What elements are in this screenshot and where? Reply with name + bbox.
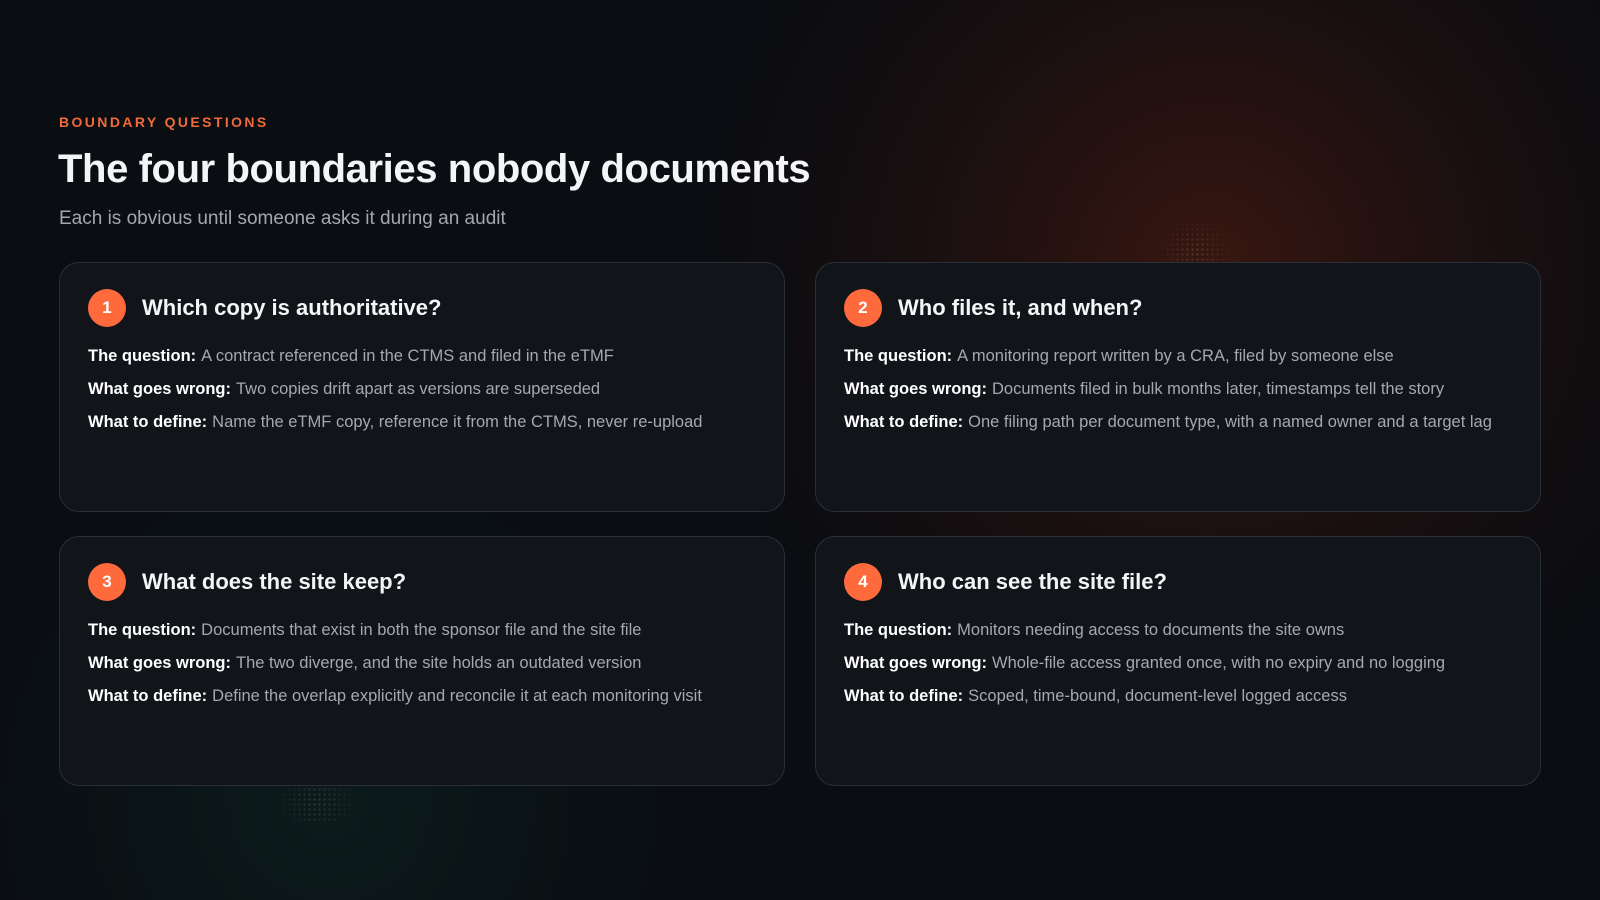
eyebrow-label: BOUNDARY QUESTIONS: [59, 114, 269, 130]
row-text: Two copies drift apart as versions are s…: [236, 380, 601, 398]
boundary-card: 1 Which copy is authoritative? The quest…: [59, 262, 785, 512]
card-title: Who can see the site file?: [898, 569, 1167, 594]
row-label: The question:: [844, 621, 953, 639]
card-header: 4 Who can see the site file?: [844, 563, 1512, 601]
boundary-card: 3 What does the site keep? The question:…: [59, 536, 785, 786]
row-text: Define the overlap explicitly and reconc…: [212, 687, 702, 705]
row-label: What goes wrong:: [88, 654, 231, 672]
number-badge: 4: [844, 563, 882, 601]
risk-row: What goes wrong: Whole-file access grante…: [844, 652, 1512, 675]
question-row: The question: Documents that exist in bot…: [88, 619, 756, 642]
row-text: Name the eTMF copy, reference it from th…: [212, 413, 703, 431]
decorative-dot-pattern: [262, 782, 372, 822]
row-label: What to define:: [88, 413, 208, 431]
boundary-card: 2 Who files it, and when? The question: A…: [815, 262, 1541, 512]
question-row: The question: A monitoring report written…: [844, 345, 1512, 368]
definition-row: What to define: Scoped, time-bound, docum…: [844, 685, 1512, 708]
risk-row: What goes wrong: Two copies drift apart a…: [88, 378, 756, 401]
row-label: The question:: [88, 621, 197, 639]
row-label: The question:: [88, 347, 197, 365]
row-label: What to define:: [844, 687, 964, 705]
row-text: Documents filed in bulk months later, ti…: [992, 380, 1445, 398]
card-title: Who files it, and when?: [898, 295, 1143, 320]
row-label: What goes wrong:: [844, 654, 987, 672]
number-badge: 2: [844, 289, 882, 327]
risk-row: What goes wrong: The two diverge, and the…: [88, 652, 756, 675]
row-text: A contract referenced in the CTMS and fi…: [201, 347, 614, 365]
risk-row: What goes wrong: Documents filed in bulk …: [844, 378, 1512, 401]
row-text: The two diverge, and the site holds an o…: [236, 654, 642, 672]
row-label: What goes wrong:: [844, 380, 987, 398]
row-text: Whole-file access granted once, with no …: [992, 654, 1446, 672]
row-label: The question:: [844, 347, 953, 365]
page-subtitle: Each is obvious until someone asks it du…: [59, 208, 506, 229]
card-title: Which copy is authoritative?: [142, 295, 442, 320]
card-title: What does the site keep?: [142, 569, 407, 594]
row-text: One filing path per document type, with …: [968, 413, 1492, 431]
question-row: The question: A contract referenced in th…: [88, 345, 756, 368]
number-badge: 3: [88, 563, 126, 601]
number-badge: 1: [88, 289, 126, 327]
row-label: What goes wrong:: [88, 380, 231, 398]
slide: BOUNDARY QUESTIONS The four boundaries n…: [0, 0, 1600, 900]
question-row: The question: Monitors needing access to …: [844, 619, 1512, 642]
definition-row: What to define: Define the overlap explic…: [88, 685, 756, 708]
card-header: 2 Who files it, and when?: [844, 289, 1512, 327]
definition-row: What to define: Name the eTMF copy, refer…: [88, 411, 756, 434]
row-text: Scoped, time-bound, document-level logge…: [968, 687, 1347, 705]
row-text: Documents that exist in both the sponsor…: [201, 621, 642, 639]
row-text: A monitoring report written by a CRA, fi…: [957, 347, 1394, 365]
card-header: 3 What does the site keep?: [88, 563, 756, 601]
card-header: 1 Which copy is authoritative?: [88, 289, 756, 327]
row-label: What to define:: [88, 687, 208, 705]
definition-row: What to define: One filing path per docum…: [844, 411, 1512, 434]
row-label: What to define:: [844, 413, 964, 431]
page-title: The four boundaries nobody documents: [58, 147, 811, 191]
boundary-card: 4 Who can see the site file? The questio…: [815, 536, 1541, 786]
row-text: Monitors needing access to documents the…: [957, 621, 1345, 639]
